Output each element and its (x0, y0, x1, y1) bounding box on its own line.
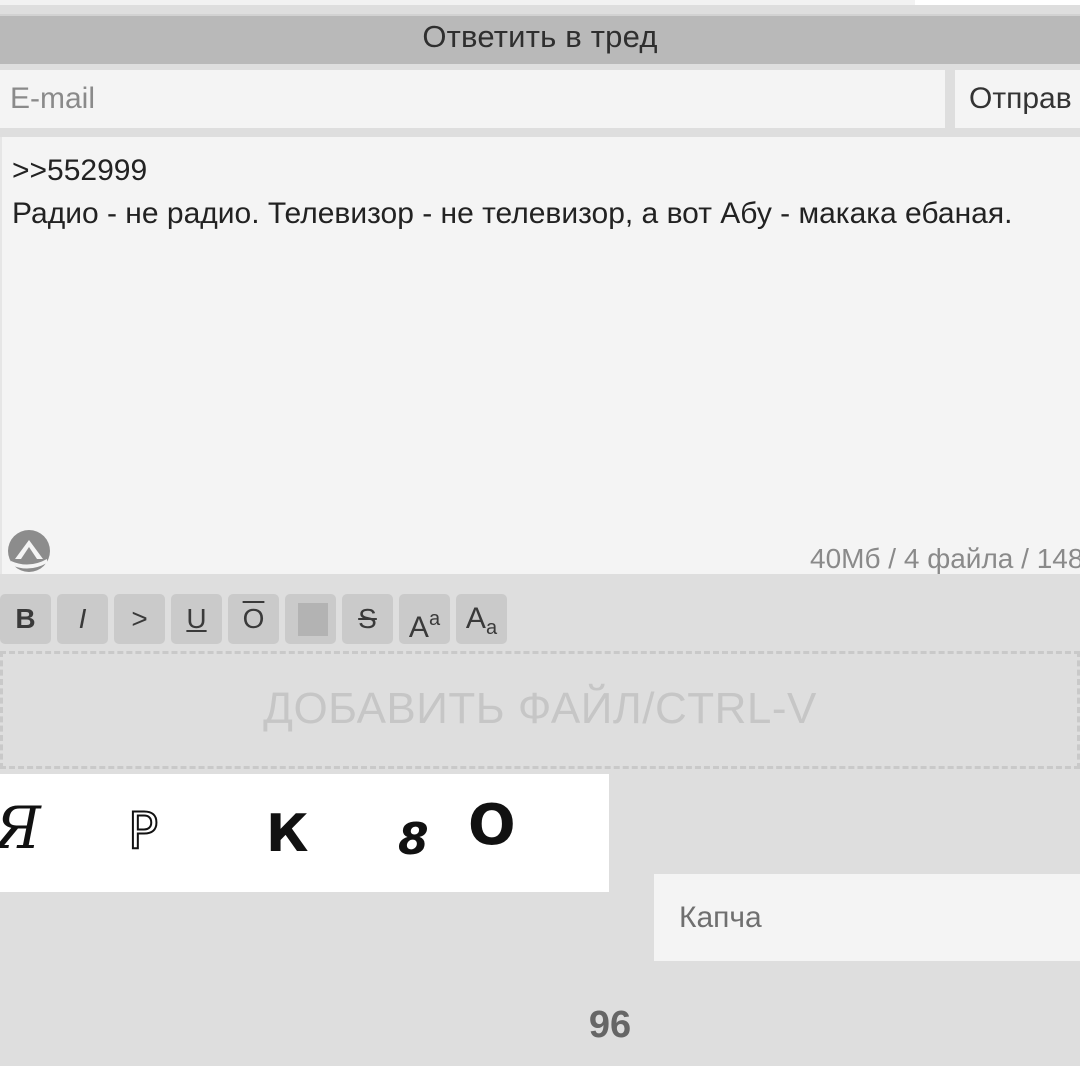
subscript-button[interactable]: Aa (456, 594, 507, 644)
strike-glyph: S (358, 603, 377, 634)
captcha-glyph-5: О (468, 793, 516, 858)
subscript-glyph: Aa (466, 594, 497, 653)
email-input[interactable] (0, 70, 945, 128)
spoiler-button[interactable] (285, 594, 336, 644)
char-counter: 96 (588, 1004, 632, 1046)
italic-glyph: I (78, 603, 87, 634)
top-strip-notch (915, 0, 1080, 5)
bold-button[interactable]: B (0, 594, 51, 644)
subscript-small: a (485, 617, 498, 639)
reply-header[interactable]: Ответить в тред (0, 14, 1080, 64)
superscript-glyph: Aa (409, 594, 440, 653)
top-strip (0, 0, 1080, 5)
file-dropzone[interactable]: ДОБАВИТЬ ФАЙЛ/CTRL-V (0, 651, 1080, 769)
submit-button[interactable]: Отправ (955, 70, 1080, 128)
quote-glyph: > (131, 603, 148, 634)
overline-button[interactable]: O (228, 594, 279, 644)
overline-glyph: O (242, 603, 265, 634)
sailboat-sage-icon[interactable] (7, 529, 51, 573)
upload-limits-text: 40Мб / 4 файла / 148 (810, 543, 1080, 574)
captcha-input[interactable] (654, 874, 1080, 961)
captcha-glyph-4: 8 (398, 814, 429, 865)
subscript-base: A (465, 602, 486, 635)
captcha-image[interactable]: Я Р К 8 О (0, 774, 609, 892)
superscript-small: a (428, 608, 441, 630)
message-textarea[interactable]: >>552999 Радио - не радио. Телевизор - н… (0, 137, 1080, 574)
captcha-glyph-1: Я (0, 794, 42, 862)
superscript-button[interactable]: Aa (399, 594, 450, 644)
captcha-glyph-2: Р (128, 802, 158, 860)
underline-glyph: U (186, 603, 207, 634)
strike-button[interactable]: S (342, 594, 393, 644)
captcha-glyph-3: К (266, 804, 309, 864)
quote-button[interactable]: > (114, 594, 165, 644)
underline-button[interactable]: U (171, 594, 222, 644)
message-text[interactable]: >>552999 Радио - не радио. Телевизор - н… (12, 149, 1080, 235)
italic-button[interactable]: I (57, 594, 108, 644)
spoiler-icon (298, 603, 328, 636)
bold-glyph: B (15, 603, 36, 634)
superscript-base: A (408, 611, 429, 644)
